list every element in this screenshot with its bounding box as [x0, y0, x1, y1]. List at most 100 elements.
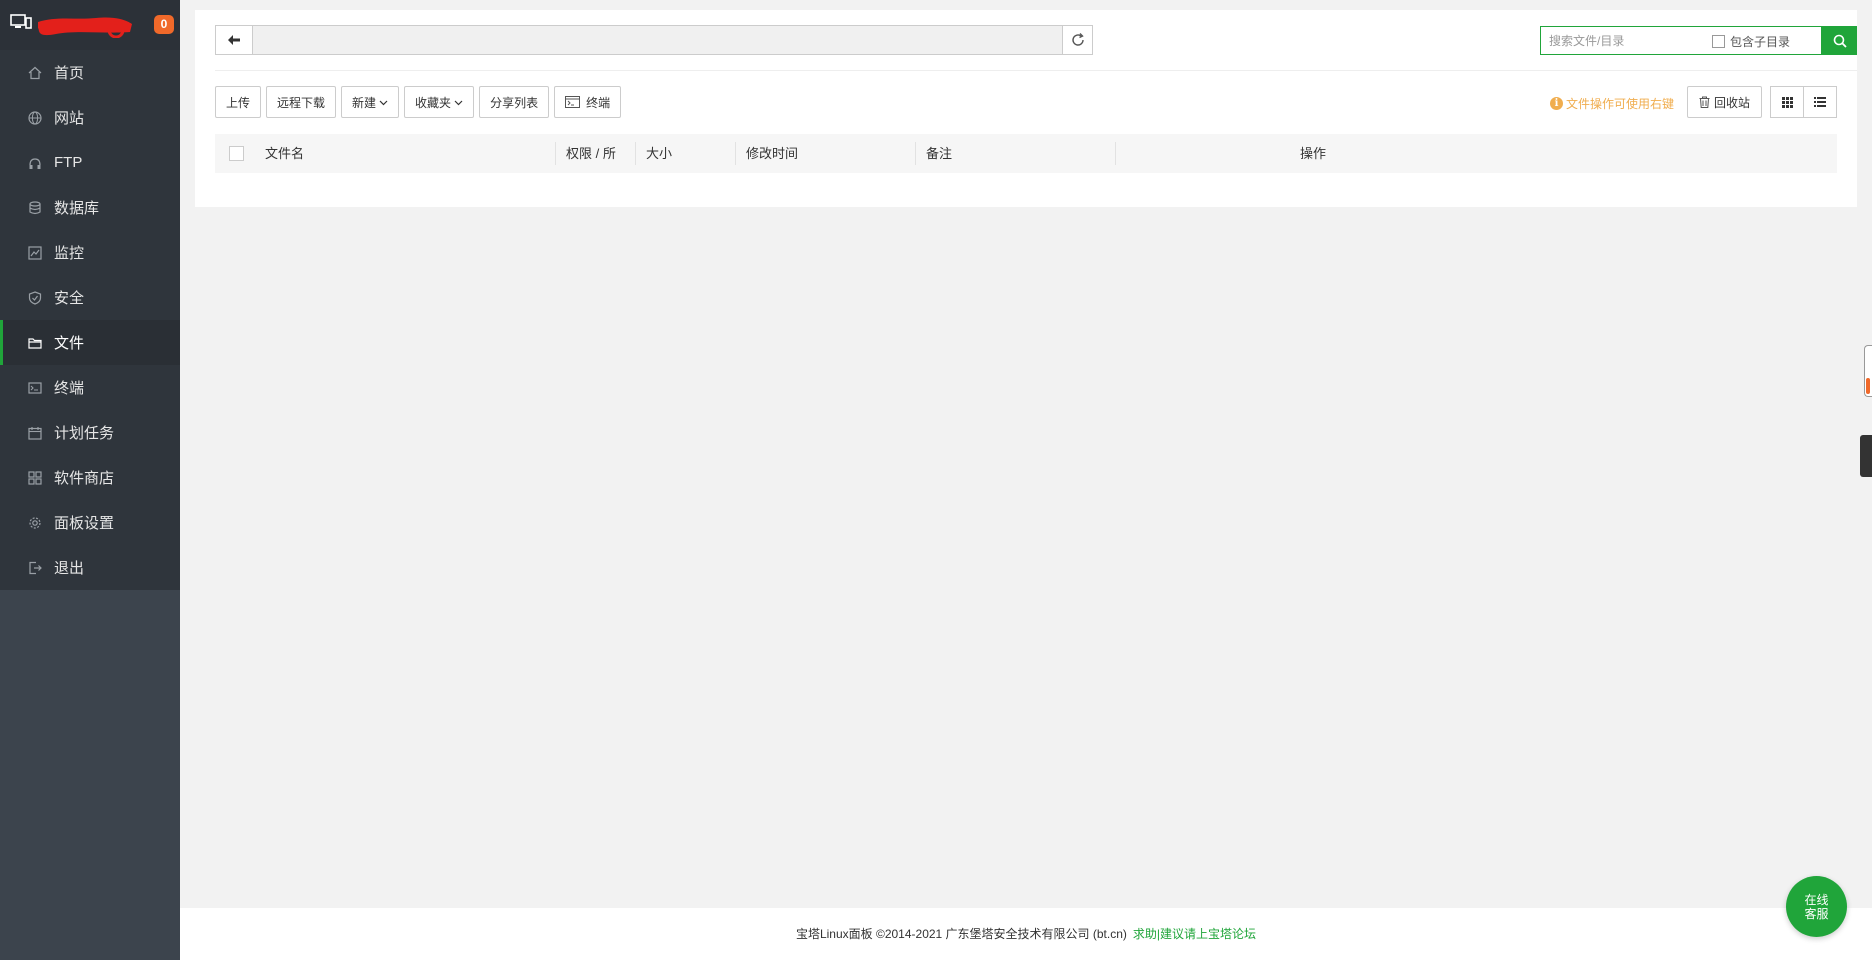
sidebar-item-security[interactable]: 安全 — [0, 275, 180, 320]
search-box: 包含子目录 — [1540, 26, 1822, 55]
right-click-tip: i 文件操作可使用右键 — [1550, 95, 1674, 112]
column-header-actions: 操作 — [1300, 146, 1327, 161]
sidebar-item-label: 计划任务 — [54, 425, 115, 442]
terminal-button[interactable]: 终端 — [554, 86, 622, 118]
column-divider — [1115, 142, 1116, 165]
chevron-down-icon — [454, 100, 463, 105]
sidebar-item-monitor[interactable]: 监控 — [0, 230, 180, 275]
column-divider — [635, 142, 636, 165]
recycle-bin-label: 回收站 — [1713, 95, 1750, 110]
upload-label: 上传 — [226, 95, 251, 110]
column-header-modified[interactable]: 修改时间 — [746, 134, 798, 173]
sidebar-item-files[interactable]: 文件 — [0, 320, 180, 365]
share-list-button[interactable]: 分享列表 — [479, 86, 550, 118]
sidebar-item-label: 首页 — [54, 65, 85, 82]
terminal-icon — [565, 96, 581, 108]
list-icon — [1814, 97, 1826, 107]
trash-icon — [1699, 96, 1710, 108]
remote-download-button[interactable]: 远程下载 — [266, 86, 337, 118]
notification-badge[interactable]: 0 — [154, 15, 174, 34]
sidebar-item-home[interactable]: 首页 — [0, 50, 180, 95]
sidebar-item-logout[interactable]: 退出 — [0, 545, 180, 590]
favorites-label: 收藏夹 — [415, 95, 452, 110]
column-divider — [915, 142, 916, 165]
file-toolbar: 上传 远程下载 新建 收藏夹 分享列表 终端 — [215, 86, 626, 118]
side-scroll-indicator[interactable] — [1864, 345, 1872, 397]
upload-button[interactable]: 上传 — [215, 86, 262, 118]
remote-download-label: 远程下载 — [277, 95, 326, 110]
column-divider — [555, 142, 556, 165]
gear-icon — [28, 516, 42, 530]
sidebar-menu: 首页 网站 FTP 数据库 监控 安全 文件 终端 计划任务 软件商店 面板设置… — [0, 50, 180, 590]
calendar-icon — [28, 426, 42, 440]
sidebar-item-terminal[interactable]: 终端 — [0, 365, 180, 410]
online-service-line1: 在线 — [1804, 892, 1829, 907]
include-subdir-checkbox[interactable] — [1712, 35, 1725, 48]
monitor-icon — [10, 14, 32, 29]
favorites-dropdown-button[interactable]: 收藏夹 — [404, 86, 475, 118]
sidebar-item-label: 数据库 — [54, 200, 100, 217]
sidebar-item-website[interactable]: 网站 — [0, 95, 180, 140]
redacted-server-name — [38, 17, 132, 38]
sidebar-item-label: 网站 — [54, 110, 85, 127]
sidebar-item-panel-settings[interactable]: 面板设置 — [0, 500, 180, 545]
path-bar — [215, 25, 1094, 55]
column-divider — [735, 142, 736, 165]
monitor-chart-icon — [28, 245, 42, 260]
sidebar-item-app-store[interactable]: 软件商店 — [0, 455, 180, 500]
logout-icon — [28, 561, 42, 575]
sidebar-item-label: 安全 — [54, 290, 85, 307]
sidebar-item-label: 监控 — [54, 245, 85, 262]
sidebar: 0 首页 网站 FTP 数据库 监控 安全 文件 终端 计划任务 软件商店 面板… — [0, 0, 180, 960]
ftp-icon — [28, 156, 42, 170]
column-header-permissions[interactable]: 权限 / 所 — [566, 134, 616, 173]
search-input[interactable] — [1541, 27, 1701, 54]
forum-link[interactable]: 求助|建议请上宝塔论坛 — [1133, 927, 1256, 941]
terminal-icon — [28, 381, 42, 395]
chevron-down-icon — [379, 100, 388, 105]
divider — [215, 70, 1857, 71]
column-header-remark: 备注 — [926, 146, 953, 161]
side-dark-tab[interactable] — [1860, 435, 1872, 477]
refresh-button[interactable] — [1062, 25, 1093, 55]
grid-view-button[interactable] — [1770, 86, 1804, 118]
tip-text: 文件操作可使用右键 — [1566, 97, 1675, 111]
sidebar-item-label: 退出 — [54, 560, 85, 577]
file-manager-panel: 包含子目录 上传 远程下载 新建 收藏夹 分享列表 终端 i 文件操作可使用右键… — [195, 10, 1857, 207]
column-header-size[interactable]: 大小 — [646, 134, 672, 173]
scroll-indicator-fill — [1866, 378, 1870, 394]
apps-icon — [28, 470, 42, 485]
database-icon — [28, 200, 42, 215]
sidebar-item-label: 面板设置 — [54, 515, 115, 532]
info-icon: i — [1550, 97, 1563, 110]
recycle-bin-button[interactable]: 回收站 — [1687, 86, 1762, 118]
search-icon — [1833, 34, 1847, 48]
footer: 宝塔Linux面板 ©2014-2021 广东堡塔安全技术有限公司 (bt.cn… — [180, 908, 1872, 960]
sidebar-item-cron[interactable]: 计划任务 — [0, 410, 180, 455]
grid-icon — [1781, 96, 1793, 108]
file-table-header: 文件名 权限 / 所 大小 修改时间 备注 操作 — [215, 134, 1837, 173]
search-button[interactable] — [1822, 26, 1857, 55]
share-list-label: 分享列表 — [490, 95, 539, 110]
select-all-checkbox[interactable] — [229, 146, 244, 161]
include-subdir-toggle[interactable]: 包含子目录 — [1712, 33, 1790, 50]
sidebar-item-ftp[interactable]: FTP — [0, 140, 180, 185]
folder-icon — [28, 336, 42, 350]
column-header-filename[interactable]: 文件名 — [265, 134, 304, 173]
copyright-text: 宝塔Linux面板 ©2014-2021 广东堡塔安全技术有限公司 (bt.cn… — [795, 927, 1127, 941]
path-input[interactable] — [252, 25, 1063, 55]
online-service-button[interactable]: 在线 客服 — [1786, 876, 1847, 937]
sidebar-item-label: 文件 — [54, 335, 85, 352]
sidebar-item-database[interactable]: 数据库 — [0, 185, 180, 230]
back-button[interactable] — [215, 25, 252, 55]
home-icon — [28, 66, 42, 80]
terminal-label: 终端 — [586, 95, 611, 110]
sidebar-item-label: FTP — [54, 154, 83, 171]
online-service-line2: 客服 — [1804, 906, 1829, 921]
new-dropdown-button[interactable]: 新建 — [341, 86, 400, 118]
list-view-button[interactable] — [1803, 86, 1837, 118]
include-subdir-label: 包含子目录 — [1730, 35, 1791, 49]
globe-icon — [28, 110, 42, 125]
new-label: 新建 — [352, 95, 377, 110]
sidebar-item-label: 软件商店 — [54, 470, 115, 487]
